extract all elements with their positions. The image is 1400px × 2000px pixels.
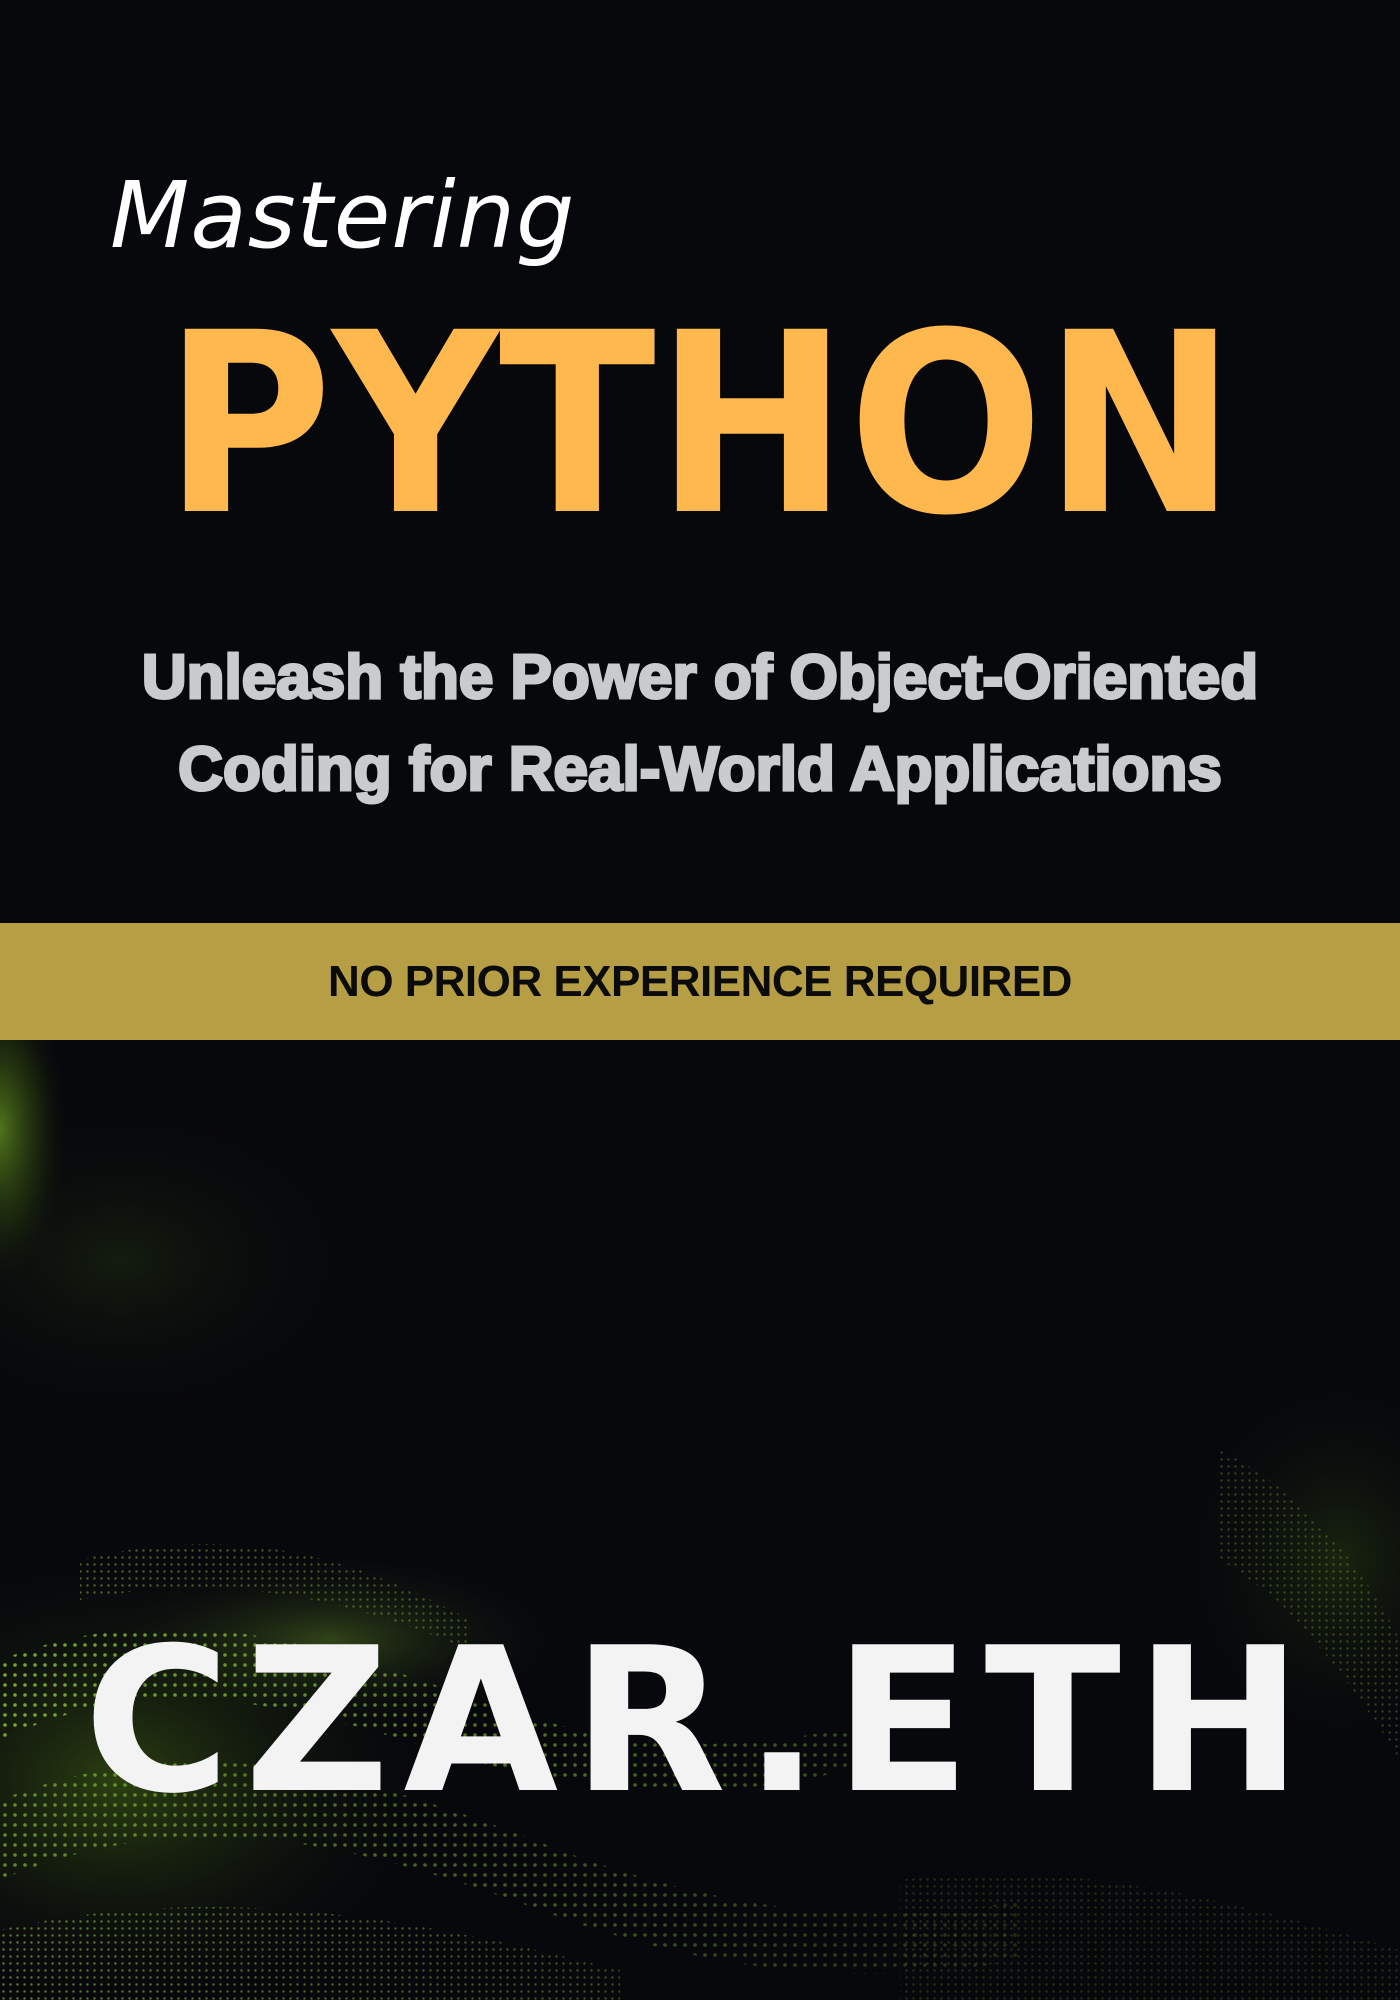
cover-title: PYTHON [163,279,1237,570]
cover-kicker: Mastering [110,162,576,269]
experience-banner: NO PRIOR EXPERIENCE REQUIRED [0,923,1400,1040]
cover-subtitle: Unleash the Power of Object-Oriented Cod… [0,632,1400,816]
book-cover: Mastering PYTHON Unleash the Power of Ob… [0,0,1400,2000]
author-name: CZAR.ETH [83,1605,1317,1838]
subtitle-line-1: Unleash the Power of Object-Oriented [140,642,1259,714]
banner-text: NO PRIOR EXPERIENCE REQUIRED [328,956,1072,1006]
subtitle-line-2: Coding for Real-World Applications [177,734,1224,806]
